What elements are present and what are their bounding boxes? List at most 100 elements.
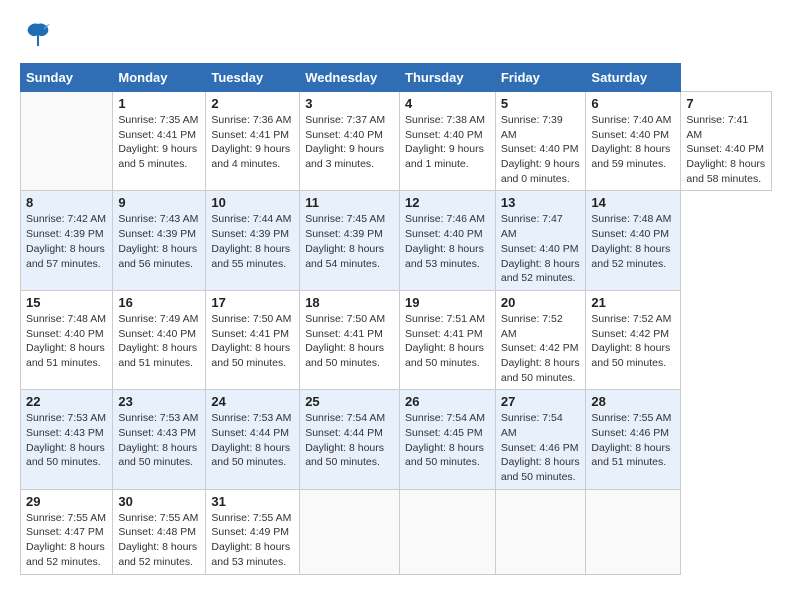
page-header [20,20,772,53]
calendar-cell: 11Sunrise: 7:45 AMSunset: 4:39 PMDayligh… [300,191,400,290]
calendar-cell: 15 Sunrise: 7:48 AMSunset: 4:40 PMDayligh… [21,290,113,389]
calendar-cell: 21 Sunrise: 7:52 AMSunset: 4:42 PMDayligh… [586,290,681,389]
calendar-header-row: SundayMondayTuesdayWednesdayThursdayFrid… [21,64,772,92]
day-number: 16 [118,295,200,310]
calendar-day-header: Thursday [400,64,496,92]
calendar-cell: 8Sunrise: 7:42 AMSunset: 4:39 PMDaylight… [21,191,113,290]
calendar-cell: 7Sunrise: 7:41 AMSunset: 4:40 PMDaylight… [681,92,772,191]
calendar-cell [400,489,496,574]
day-number: 14 [591,195,675,210]
day-info: Sunrise: 7:51 AMSunset: 4:41 PMDaylight:… [405,312,490,371]
day-info: Sunrise: 7:40 AMSunset: 4:40 PMDaylight:… [591,113,675,172]
day-info: Sunrise: 7:55 AMSunset: 4:49 PMDaylight:… [211,511,294,570]
calendar-cell: 14 Sunrise: 7:48 AMSunset: 4:40 PMDayligh… [586,191,681,290]
calendar-cell: 4 Sunrise: 7:38 AMSunset: 4:40 PMDaylight… [400,92,496,191]
day-info: Sunrise: 7:49 AMSunset: 4:40 PMDaylight:… [118,312,200,371]
calendar-cell [586,489,681,574]
calendar-week-row: 15 Sunrise: 7:48 AMSunset: 4:40 PMDayligh… [21,290,772,389]
calendar-cell: 28 Sunrise: 7:55 AMSunset: 4:46 PMDayligh… [586,390,681,489]
calendar-table: SundayMondayTuesdayWednesdayThursdayFrid… [20,63,772,575]
day-info: Sunrise: 7:54 AMSunset: 4:44 PMDaylight:… [305,411,394,470]
calendar-cell [300,489,400,574]
calendar-cell: 12 Sunrise: 7:46 AMSunset: 4:40 PMDayligh… [400,191,496,290]
day-number: 31 [211,494,294,509]
calendar-cell: 2 Sunrise: 7:36 AMSunset: 4:41 PMDaylight… [206,92,300,191]
day-info: Sunrise: 7:36 AMSunset: 4:41 PMDaylight:… [211,113,294,172]
day-number: 25 [305,394,394,409]
day-number: 9 [118,195,200,210]
day-info: Sunrise: 7:50 AMSunset: 4:41 PMDaylight:… [211,312,294,371]
day-info: Sunrise: 7:46 AMSunset: 4:40 PMDaylight:… [405,212,490,271]
calendar-cell: 30 Sunrise: 7:55 AMSunset: 4:48 PMDayligh… [113,489,206,574]
day-info: Sunrise: 7:42 AMSunset: 4:39 PMDaylight:… [26,212,107,271]
day-number: 2 [211,96,294,111]
calendar-day-header: Tuesday [206,64,300,92]
day-info: Sunrise: 7:48 AMSunset: 4:40 PMDaylight:… [26,312,107,371]
day-info: Sunrise: 7:53 AMSunset: 4:44 PMDaylight:… [211,411,294,470]
calendar-cell: 17 Sunrise: 7:50 AMSunset: 4:41 PMDayligh… [206,290,300,389]
calendar-day-header: Saturday [586,64,681,92]
day-number: 23 [118,394,200,409]
day-info: Sunrise: 7:43 AMSunset: 4:39 PMDaylight:… [118,212,200,271]
day-info: Sunrise: 7:54 AMSunset: 4:46 PMDaylight:… [501,411,581,484]
logo-bird-icon [24,20,52,53]
calendar-body: 1 Sunrise: 7:35 AMSunset: 4:41 PMDaylight… [21,92,772,575]
day-info: Sunrise: 7:44 AMSunset: 4:39 PMDaylight:… [211,212,294,271]
calendar-cell [495,489,586,574]
day-number: 20 [501,295,581,310]
day-number: 30 [118,494,200,509]
day-number: 12 [405,195,490,210]
day-number: 1 [118,96,200,111]
day-number: 3 [305,96,394,111]
day-number: 17 [211,295,294,310]
day-number: 13 [501,195,581,210]
day-info: Sunrise: 7:37 AMSunset: 4:40 PMDaylight:… [305,113,394,172]
calendar-cell: 29Sunrise: 7:55 AMSunset: 4:47 PMDayligh… [21,489,113,574]
calendar-cell [21,92,113,191]
day-info: Sunrise: 7:45 AMSunset: 4:39 PMDaylight:… [305,212,394,271]
calendar-cell: 1 Sunrise: 7:35 AMSunset: 4:41 PMDaylight… [113,92,206,191]
day-info: Sunrise: 7:52 AMSunset: 4:42 PMDaylight:… [591,312,675,371]
calendar-day-header: Wednesday [300,64,400,92]
calendar-week-row: 22Sunrise: 7:53 AMSunset: 4:43 PMDayligh… [21,390,772,489]
day-info: Sunrise: 7:55 AMSunset: 4:48 PMDaylight:… [118,511,200,570]
calendar-cell: 20 Sunrise: 7:52 AMSunset: 4:42 PMDayligh… [495,290,586,389]
calendar-cell: 26Sunrise: 7:54 AMSunset: 4:45 PMDayligh… [400,390,496,489]
day-number: 27 [501,394,581,409]
calendar-cell: 27 Sunrise: 7:54 AMSunset: 4:46 PMDayligh… [495,390,586,489]
day-number: 5 [501,96,581,111]
day-number: 28 [591,394,675,409]
day-info: Sunrise: 7:53 AMSunset: 4:43 PMDaylight:… [26,411,107,470]
day-info: Sunrise: 7:54 AMSunset: 4:45 PMDaylight:… [405,411,490,470]
day-number: 15 [26,295,107,310]
day-number: 4 [405,96,490,111]
day-info: Sunrise: 7:55 AMSunset: 4:47 PMDaylight:… [26,511,107,570]
calendar-cell: 5Sunrise: 7:39 AMSunset: 4:40 PMDaylight… [495,92,586,191]
calendar-cell: 24Sunrise: 7:53 AMSunset: 4:44 PMDayligh… [206,390,300,489]
day-number: 18 [305,295,394,310]
calendar-week-row: 1 Sunrise: 7:35 AMSunset: 4:41 PMDaylight… [21,92,772,191]
calendar-cell: 10Sunrise: 7:44 AMSunset: 4:39 PMDayligh… [206,191,300,290]
calendar-cell: 3 Sunrise: 7:37 AMSunset: 4:40 PMDaylight… [300,92,400,191]
day-info: Sunrise: 7:35 AMSunset: 4:41 PMDaylight:… [118,113,200,172]
day-info: Sunrise: 7:55 AMSunset: 4:46 PMDaylight:… [591,411,675,470]
calendar-cell: 16 Sunrise: 7:49 AMSunset: 4:40 PMDayligh… [113,290,206,389]
day-info: Sunrise: 7:52 AMSunset: 4:42 PMDaylight:… [501,312,581,385]
calendar-cell: 31 Sunrise: 7:55 AMSunset: 4:49 PMDayligh… [206,489,300,574]
day-info: Sunrise: 7:53 AMSunset: 4:43 PMDaylight:… [118,411,200,470]
calendar-day-header: Monday [113,64,206,92]
day-info: Sunrise: 7:48 AMSunset: 4:40 PMDaylight:… [591,212,675,271]
day-info: Sunrise: 7:50 AMSunset: 4:41 PMDaylight:… [305,312,394,371]
day-number: 7 [686,96,766,111]
calendar-cell: 25 Sunrise: 7:54 AMSunset: 4:44 PMDayligh… [300,390,400,489]
calendar-cell: 9 Sunrise: 7:43 AMSunset: 4:39 PMDaylight… [113,191,206,290]
calendar-cell: 23 Sunrise: 7:53 AMSunset: 4:43 PMDayligh… [113,390,206,489]
logo [20,20,52,53]
day-number: 19 [405,295,490,310]
day-info: Sunrise: 7:38 AMSunset: 4:40 PMDaylight:… [405,113,490,172]
day-number: 21 [591,295,675,310]
calendar-cell: 18 Sunrise: 7:50 AMSunset: 4:41 PMDayligh… [300,290,400,389]
day-info: Sunrise: 7:47 AMSunset: 4:40 PMDaylight:… [501,212,581,285]
calendar-week-row: 29Sunrise: 7:55 AMSunset: 4:47 PMDayligh… [21,489,772,574]
calendar-day-header: Friday [495,64,586,92]
